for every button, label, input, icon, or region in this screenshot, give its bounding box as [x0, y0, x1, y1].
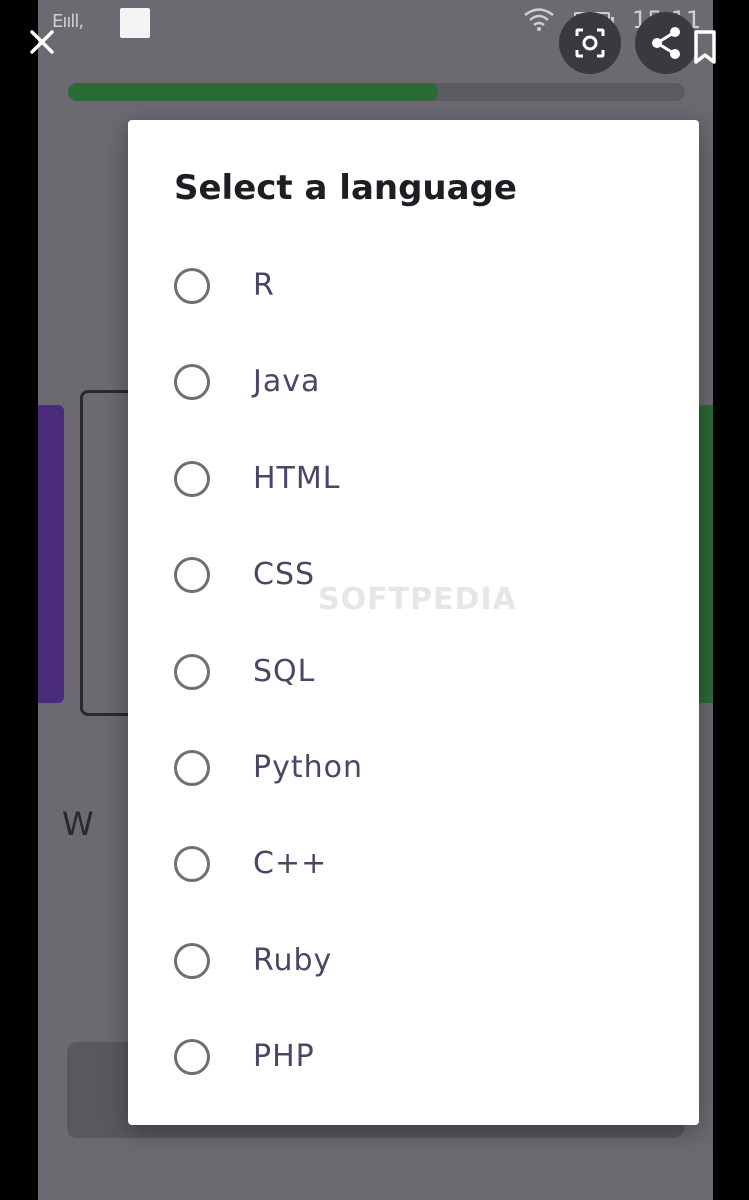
- radio-button[interactable]: [174, 942, 210, 979]
- wifi-icon: [524, 8, 554, 31]
- radio-button[interactable]: [174, 846, 210, 883]
- language-option[interactable]: Python: [128, 720, 699, 816]
- option-card-left: [38, 405, 64, 703]
- language-option-label: R: [253, 268, 275, 303]
- language-option[interactable]: CSS: [128, 527, 699, 623]
- language-option[interactable]: HTML: [128, 431, 699, 527]
- language-option[interactable]: Java: [128, 334, 699, 430]
- radio-button[interactable]: [174, 653, 210, 690]
- radio-button[interactable]: [174, 749, 210, 786]
- bookmark-icon: [694, 30, 716, 64]
- language-option-label: Python: [253, 749, 363, 785]
- language-option[interactable]: PHP: [128, 1009, 699, 1105]
- language-option-label: HTML: [253, 460, 341, 496]
- close-button[interactable]: [22, 22, 62, 62]
- scan-icon: [575, 28, 605, 58]
- language-option-label: SQL: [253, 653, 316, 689]
- notification-icon: [120, 8, 150, 38]
- language-option-label: Ruby: [253, 942, 333, 978]
- radio-button[interactable]: [174, 1039, 210, 1076]
- language-option-label: C++: [253, 846, 328, 882]
- radio-button[interactable]: [174, 557, 210, 594]
- language-option-label: CSS: [253, 557, 316, 593]
- language-option[interactable]: SQL: [128, 624, 699, 720]
- radio-button[interactable]: [174, 460, 210, 497]
- language-option[interactable]: Ruby: [128, 913, 699, 1009]
- progress-fill: [68, 83, 439, 101]
- language-options-list: R Java HTML CSS SQL Python C++ Ruby PHP: [128, 238, 699, 1106]
- close-icon: [30, 30, 54, 54]
- radio-button[interactable]: [174, 268, 210, 304]
- bookmark-button[interactable]: [688, 28, 722, 68]
- screenshot-frame: Eııll, 32 15:11 W e? Select a language R…: [0, 0, 749, 1200]
- language-option[interactable]: C++: [128, 816, 699, 912]
- lesson-progress-bar: [68, 83, 685, 101]
- language-option[interactable]: R: [128, 238, 699, 334]
- language-option-label: Java: [253, 364, 321, 400]
- select-language-dialog: Select a language R Java HTML CSS SQL Python C…: [128, 120, 699, 1125]
- dialog-title: Select a language: [174, 168, 517, 208]
- radio-button[interactable]: [174, 364, 210, 401]
- app-screen: Eııll, 32 15:11 W e? Select a language R…: [38, 0, 713, 1200]
- language-option-label: PHP: [253, 1039, 315, 1075]
- question-text-left: W: [62, 805, 94, 843]
- scan-button[interactable]: [559, 12, 621, 74]
